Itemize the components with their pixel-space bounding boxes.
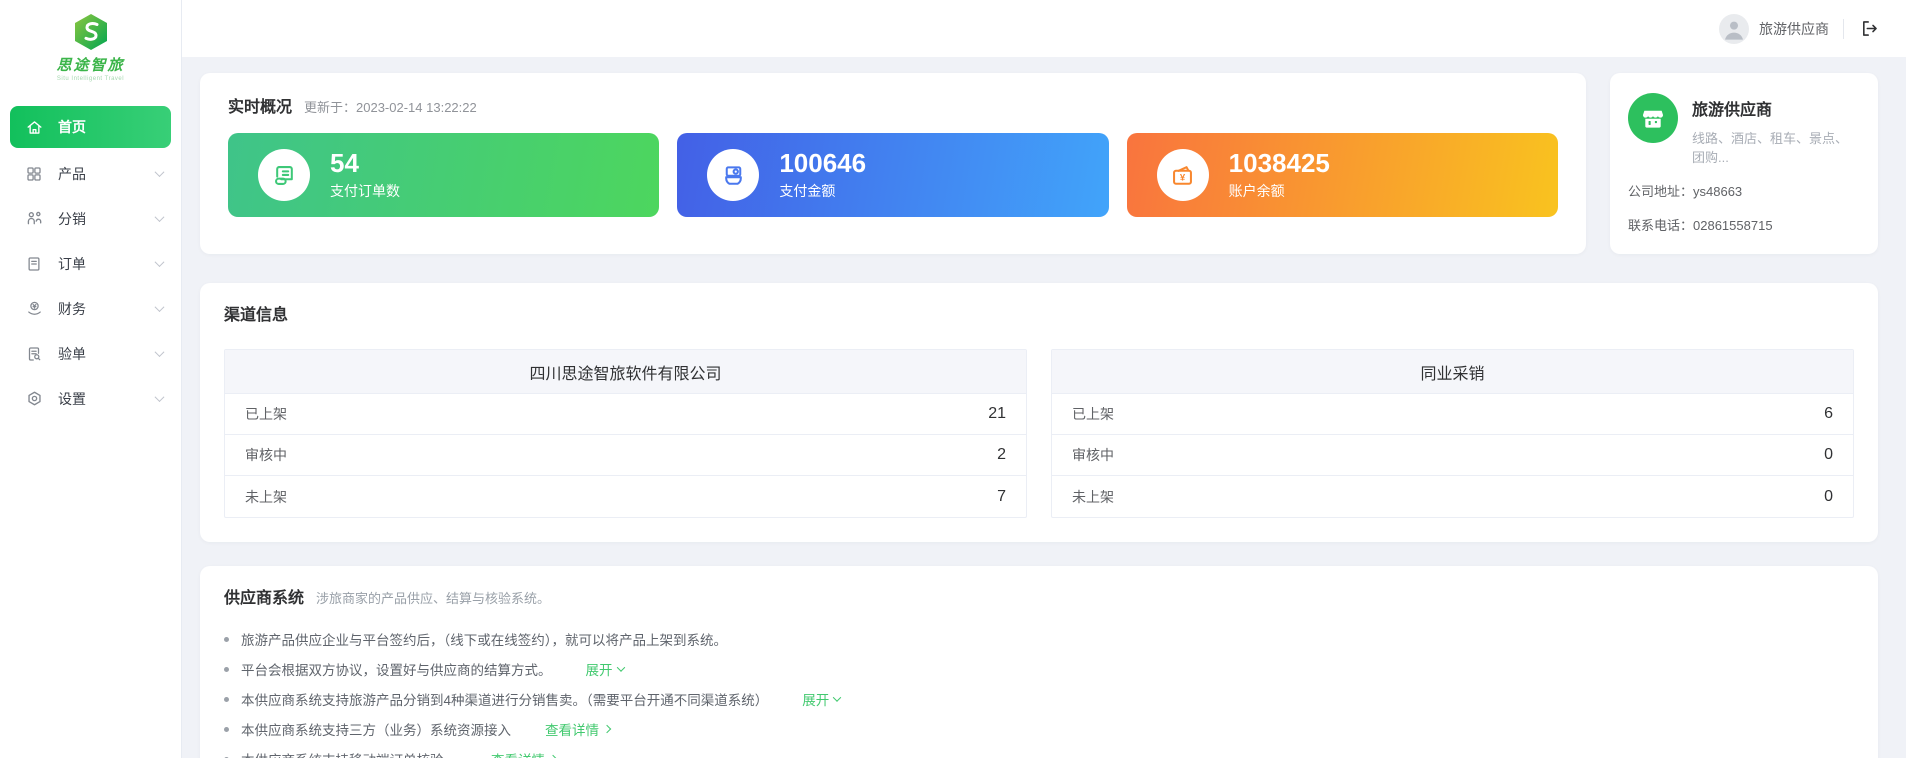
bullet-dot-icon — [224, 667, 229, 672]
chevron-down-icon — [155, 302, 165, 312]
sidebar-item-label: 分销 — [58, 209, 86, 229]
sidebar-item-products[interactable]: 产品 — [0, 151, 181, 196]
sidebar-menu: 首页 产品 分销 — [0, 106, 181, 421]
header-divider — [1843, 19, 1844, 39]
stat-paid-orders: 54 支付订单数 — [228, 133, 659, 217]
grid-icon — [24, 164, 44, 184]
supplier-name: 旅游供应商 — [1692, 96, 1860, 120]
sidebar-item-finance[interactable]: 财务 — [0, 286, 181, 331]
bullet-dot-icon — [224, 697, 229, 702]
sidebar-item-home[interactable]: 首页 — [10, 106, 171, 148]
chevron-down-icon — [155, 167, 165, 177]
supplier-system-card: 供应商系统 涉旅商家的产品供应、结算与核验系统。 旅游产品供应企业与平台签约后，… — [200, 566, 1878, 758]
list-item: 平台会根据双方协议，设置好与供应商的结算方式。 展开 — [224, 654, 1854, 684]
system-title: 供应商系统 — [224, 584, 304, 608]
list-item: 本供应商系统支持旅游产品分销到4种渠道进行分销售卖。（需要平台开通不同渠道系统）… — [224, 684, 1854, 714]
sidebar-item-label: 订单 — [58, 254, 86, 274]
sidebar-item-label: 设置 — [58, 389, 86, 409]
receipt-icon — [258, 149, 310, 201]
sidebar-item-settings[interactable]: 设置 — [0, 376, 181, 421]
user-menu[interactable]: 旅游供应商 — [1719, 14, 1829, 44]
user-name: 旅游供应商 — [1759, 19, 1829, 39]
supplier-categories: 线路、酒店、租车、景点、团购... — [1692, 128, 1860, 166]
supplier-address: 公司地址：ys48663 — [1628, 181, 1860, 200]
detail-link[interactable]: 查看详情 — [545, 719, 610, 739]
chevron-down-icon — [155, 257, 165, 267]
page-content: 实时概况 更新于：2023-02-14 13:22:22 — [182, 57, 1906, 758]
system-subtitle: 涉旅商家的产品供应、结算与核验系统。 — [316, 588, 550, 607]
bullet-dot-icon — [224, 727, 229, 732]
shop-icon — [1628, 93, 1678, 143]
stat-paid-amount: 100646 支付金额 — [677, 133, 1108, 217]
sidebar-item-label: 产品 — [58, 164, 86, 184]
finance-icon — [24, 299, 44, 319]
logout-icon[interactable] — [1858, 18, 1880, 40]
supplier-phone: 联系电话：02861558715 — [1628, 215, 1860, 234]
stat-label: 账户余额 — [1229, 181, 1330, 201]
verify-icon — [24, 344, 44, 364]
table-row: 已上架 21 — [225, 394, 1026, 435]
channels-title: 渠道信息 — [224, 301, 1854, 325]
table-row: 审核中 0 — [1052, 435, 1853, 476]
expand-link[interactable]: 展开 — [586, 659, 624, 679]
payment-hand-icon — [707, 149, 759, 201]
table-header: 四川思途智旅软件有限公司 — [225, 350, 1026, 394]
system-bullet-list: 旅游产品供应企业与平台签约后，（线下或在线签约），就可以将产品上架到系统。 平台… — [224, 624, 1854, 758]
chevron-down-icon — [155, 347, 165, 357]
channel-table-company: 四川思途智旅软件有限公司 已上架 21 审核中 2 未上架 7 — [224, 349, 1027, 518]
table-row: 未上架 7 — [225, 476, 1026, 517]
realtime-overview-card: 实时概况 更新于：2023-02-14 13:22:22 — [200, 73, 1586, 254]
people-icon — [24, 209, 44, 229]
chevron-down-icon — [616, 663, 624, 671]
sidebar-item-label: 首页 — [58, 117, 86, 137]
app-root: 思途智旅 Situ Intelligent Travel 首页 产品 — [0, 0, 1906, 758]
brand-logo: 思途智旅 Situ Intelligent Travel — [0, 0, 181, 82]
table-row: 已上架 6 — [1052, 394, 1853, 435]
svg-text:¥: ¥ — [1180, 172, 1186, 183]
wallet-icon: ¥ — [1157, 149, 1209, 201]
brand-tagline: Situ Intelligent Travel — [0, 76, 181, 82]
chevron-down-icon — [833, 693, 841, 701]
stat-value: 100646 — [779, 149, 866, 179]
table-row: 审核中 2 — [225, 435, 1026, 476]
list-item: 本供应商系统支持三方（业务）系统资源接入 查看详情 — [224, 714, 1854, 744]
table-row: 未上架 0 — [1052, 476, 1853, 517]
chevron-down-icon — [155, 212, 165, 222]
stat-label: 支付金额 — [779, 181, 866, 201]
list-item: 旅游产品供应企业与平台签约后，（线下或在线签约），就可以将产品上架到系统。 — [224, 624, 1854, 654]
channel-info-card: 渠道信息 四川思途智旅软件有限公司 已上架 21 审核中 2 未上 — [200, 283, 1878, 542]
brand-name: 思途智旅 — [0, 54, 181, 75]
sidebar-item-label: 验单 — [58, 344, 86, 364]
sidebar-item-label: 财务 — [58, 299, 86, 319]
overview-title: 实时概况 — [228, 93, 292, 117]
channel-table-peer: 同业采销 已上架 6 审核中 0 未上架 0 — [1051, 349, 1854, 518]
stat-label: 支付订单数 — [330, 181, 400, 201]
stat-account-balance: ¥ 1038425 账户余额 — [1127, 133, 1558, 217]
list-item: 本供应商系统支持移动端订单核验。 查看详情 — [224, 744, 1854, 758]
overview-updated-timestamp: 更新于：2023-02-14 13:22:22 — [304, 97, 477, 116]
chevron-down-icon — [155, 392, 165, 402]
home-icon — [24, 117, 44, 137]
settings-icon — [24, 389, 44, 409]
bullet-dot-icon — [224, 637, 229, 642]
avatar — [1719, 14, 1749, 44]
document-icon — [24, 254, 44, 274]
brand-hexagon-icon — [71, 12, 111, 52]
expand-link[interactable]: 展开 — [802, 689, 840, 709]
sidebar-item-orders[interactable]: 订单 — [0, 241, 181, 286]
detail-link[interactable]: 查看详情 — [491, 749, 556, 758]
supplier-info-card: 旅游供应商 线路、酒店、租车、景点、团购... 公司地址：ys48663 联系电… — [1610, 73, 1878, 254]
stat-value: 54 — [330, 149, 400, 179]
sidebar-item-distribution[interactable]: 分销 — [0, 196, 181, 241]
sidebar: 思途智旅 Situ Intelligent Travel 首页 产品 — [0, 0, 182, 758]
chevron-right-icon — [603, 725, 611, 733]
top-header: 旅游供应商 — [182, 0, 1906, 57]
sidebar-item-verification[interactable]: 验单 — [0, 331, 181, 376]
stat-value: 1038425 — [1229, 149, 1330, 179]
table-header: 同业采销 — [1052, 350, 1853, 394]
